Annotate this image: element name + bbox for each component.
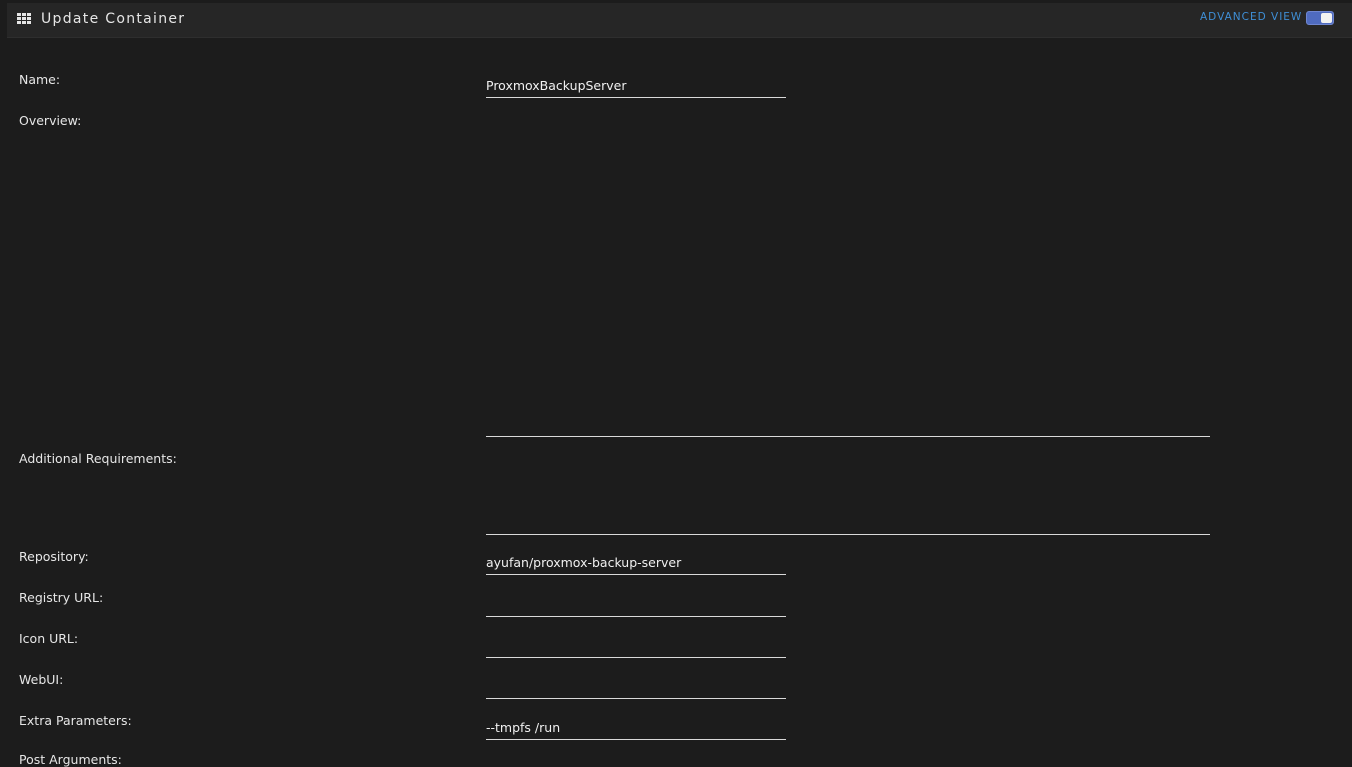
extra-parameters-label: Extra Parameters:	[19, 713, 132, 728]
repository-input[interactable]: ayufan/proxmox-backup-server	[486, 554, 786, 575]
additional-requirements-label: Additional Requirements:	[19, 451, 177, 466]
webui-label: WebUI:	[19, 672, 64, 687]
advanced-view-toggle[interactable]	[1306, 11, 1334, 25]
name-input[interactable]: ProxmoxBackupServer	[486, 77, 786, 98]
registry-url-label: Registry URL:	[19, 590, 104, 605]
registry-url-input[interactable]	[486, 596, 786, 617]
repository-label: Repository:	[19, 549, 89, 564]
webui-input[interactable]	[486, 678, 786, 699]
additional-requirements-textarea[interactable]	[486, 452, 1210, 535]
icon-url-input[interactable]	[486, 637, 786, 658]
page-title: Update Container	[41, 11, 186, 27]
header-bar: Update Container ADVANCED VIEW	[7, 3, 1352, 38]
extra-parameters-input[interactable]: --tmpfs /run	[486, 719, 786, 740]
toggle-knob	[1321, 13, 1332, 23]
advanced-view-label[interactable]: ADVANCED VIEW	[1200, 11, 1302, 23]
overview-label: Overview:	[19, 113, 82, 128]
icon-url-label: Icon URL:	[19, 631, 79, 646]
name-label: Name:	[19, 72, 61, 87]
overview-textarea[interactable]	[486, 114, 1210, 437]
post-arguments-label: Post Arguments:	[19, 752, 122, 767]
grid-icon[interactable]	[17, 13, 31, 24]
